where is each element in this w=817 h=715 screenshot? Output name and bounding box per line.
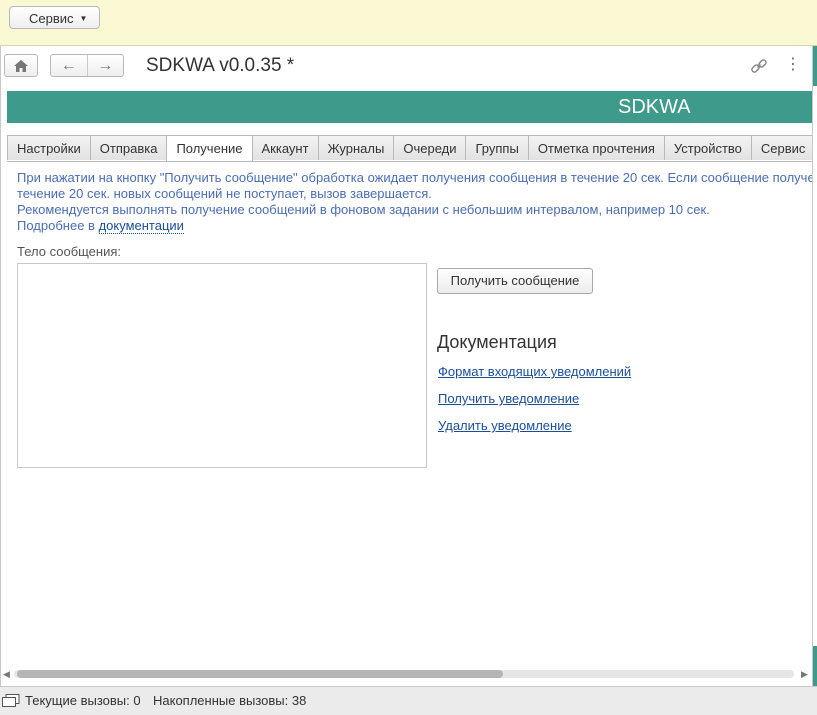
tab-account[interactable]: Аккаунт — [251, 135, 319, 160]
horizontal-scrollbar[interactable]: ◀ ▶ — [0, 667, 812, 681]
history-navigation: ← → — [50, 54, 124, 77]
forward-arrow-icon[interactable]: → — [86, 55, 124, 76]
link-icon[interactable] — [750, 57, 768, 78]
right-panel-edge — [812, 46, 817, 686]
doc-link-incoming-format[interactable]: Формат входящих уведомлений — [438, 364, 631, 379]
current-calls-status: Текущие вызовы: 0 — [25, 693, 141, 708]
app-banner: SDKWA — [7, 91, 812, 123]
info-line: Рекомендуется выполнять получение сообще… — [17, 202, 710, 217]
more-icon[interactable]: ⋮ — [785, 57, 801, 73]
tab-groups[interactable]: Группы — [465, 135, 529, 160]
top-bar: Сервис ▼ — [0, 0, 817, 46]
tab-service[interactable]: Сервис — [750, 135, 812, 160]
tab-journals[interactable]: Журналы — [317, 135, 395, 160]
info-more-prefix: Подробнее в — [17, 218, 99, 233]
scroll-right-icon[interactable]: ▶ — [801, 667, 808, 681]
get-message-button[interactable]: Получить сообщение — [437, 268, 593, 294]
home-icon — [14, 60, 28, 72]
back-arrow-icon[interactable]: ← — [51, 55, 87, 76]
banner-title: SDKWA — [618, 96, 691, 118]
tab-read-receipt[interactable]: Отметка прочтения — [527, 135, 665, 160]
tab-queues[interactable]: Очереди — [393, 135, 467, 160]
tab-send[interactable]: Отправка — [89, 135, 168, 160]
tab-device[interactable]: Устройство — [663, 135, 752, 160]
scrollbar-thumb[interactable] — [17, 670, 503, 678]
service-menu-button[interactable]: Сервис ▼ — [9, 6, 101, 29]
tab-bar: Настройки Отправка Получение Аккаунт Жур… — [7, 135, 812, 162]
tab-receive[interactable]: Получение — [166, 135, 253, 161]
doc-link-get-notification[interactable]: Получить уведомление — [438, 391, 579, 406]
scroll-left-icon[interactable]: ◀ — [3, 667, 10, 681]
service-menu-label: Сервис — [29, 11, 74, 26]
chevron-down-icon: ▼ — [79, 14, 88, 23]
status-windows-icon[interactable] — [2, 694, 20, 708]
tab-settings[interactable]: Настройки — [7, 135, 91, 160]
page-title: SDKWA v0.0.35 * — [146, 55, 295, 76]
info-line: Подробнее в документации — [17, 218, 812, 234]
doc-link-delete-notification[interactable]: Удалить уведомление — [438, 418, 572, 433]
info-line: При нажатии на кнопку "Получить сообщени… — [17, 170, 812, 185]
documentation-heading: Документация — [437, 332, 557, 352]
documentation-link[interactable]: документации — [98, 218, 184, 234]
home-button[interactable] — [4, 54, 38, 77]
accumulated-calls-status: Накопленные вызовы: 38 — [153, 693, 307, 708]
receive-info-text: При нажатии на кнопку "Получить сообщени… — [17, 170, 812, 234]
message-body-field[interactable] — [17, 263, 427, 468]
message-body-label: Тело сообщения: — [17, 244, 122, 259]
info-line: течение 20 сек. новых сообщений не посту… — [17, 186, 432, 201]
status-bar: Текущие вызовы: 0 Накопленные вызовы: 38 — [0, 686, 817, 715]
